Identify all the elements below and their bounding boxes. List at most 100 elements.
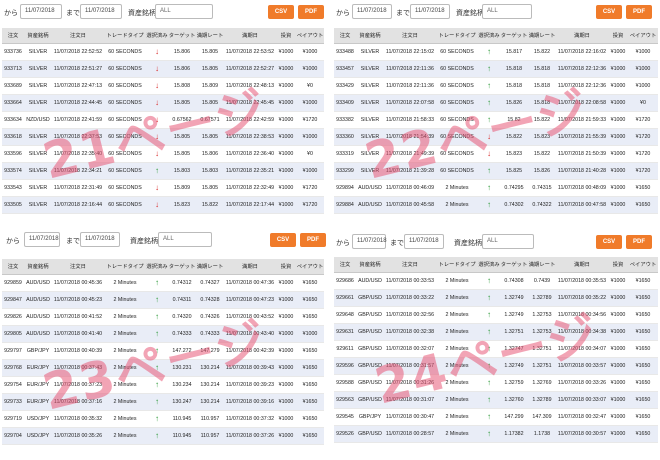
column-header[interactable]: 投資	[608, 28, 628, 44]
csv-button[interactable]: CSV	[596, 235, 622, 249]
column-header[interactable]: 満期日	[556, 28, 608, 44]
table-cell: GBP/USD	[356, 391, 384, 409]
column-header[interactable]: 資産銘柄	[24, 259, 52, 275]
date-from-input[interactable]: 11/07/2018	[20, 4, 62, 19]
trades-table: 注文 資産銘柄 注文日 トレードタイプ 選択済み ターゲット 満期レート 満期日 投資 ペイアウト…	[334, 28, 658, 214]
table-cell: 110.945	[168, 427, 196, 445]
column-header[interactable]: 注文	[2, 28, 24, 44]
column-header[interactable]: 注文日	[52, 259, 104, 275]
table-cell: 11/07/2018 22:12:36	[556, 77, 608, 95]
column-header[interactable]: ペイアウト	[296, 28, 324, 44]
column-header[interactable]: 選択済み	[478, 28, 500, 44]
column-header[interactable]: 満期日	[224, 259, 276, 275]
column-header[interactable]: 投資	[276, 259, 296, 275]
column-header[interactable]: トレードタイプ	[104, 28, 146, 44]
table-cell: 2 Minutes	[436, 374, 478, 392]
column-header[interactable]: 注文	[2, 259, 24, 275]
table-cell: 11/07/2018 00:34:38	[556, 323, 608, 341]
table-cell: 1.32789	[528, 289, 556, 307]
table-cell: EUR/JPY	[24, 393, 52, 411]
date-from-input[interactable]: 11/07/2018	[352, 234, 387, 249]
column-header[interactable]: 注文日	[52, 28, 104, 44]
table-cell: AUD/USD	[356, 272, 384, 290]
date-to-input[interactable]: 11/07/2018	[80, 4, 122, 19]
table-cell: 933409	[334, 94, 356, 112]
table-cell: 933664	[2, 94, 24, 112]
date-to-input[interactable]: 11/07/2018	[410, 4, 450, 19]
table-row: 929686 AUD/USD 11/07/2018 00:33:53 2 Minute…	[334, 272, 658, 290]
table-cell: ¥1000	[276, 77, 296, 95]
table-cell: ¥1000	[608, 145, 628, 163]
column-header[interactable]: 選択済み	[478, 257, 500, 273]
column-header[interactable]: 注文日	[384, 257, 436, 273]
column-header[interactable]: トレードタイプ	[436, 28, 478, 44]
column-header[interactable]: ペイアウト	[628, 257, 658, 273]
table-cell: ¥1000	[608, 357, 628, 375]
column-header[interactable]: 満期レート	[196, 28, 224, 44]
column-header[interactable]: 資産銘柄	[356, 28, 384, 44]
table-cell: ¥1000	[276, 274, 296, 292]
column-header[interactable]: ペイアウト	[628, 28, 658, 44]
table-cell: 11/07/2018 00:40:39	[52, 342, 104, 360]
symbol-select[interactable]: ALL	[482, 4, 532, 19]
table-cell: ¥1000	[296, 43, 324, 61]
table-cell: ¥1000	[276, 128, 296, 146]
date-from-input[interactable]: 11/07/2018	[352, 4, 392, 19]
symbol-select[interactable]: ALL	[155, 4, 213, 19]
date-to-input[interactable]: 11/07/2018	[404, 234, 444, 249]
table-cell: 933360	[334, 128, 356, 146]
column-header[interactable]: 資産銘柄	[356, 257, 384, 273]
table-cell: 0.74308	[500, 272, 528, 290]
column-header[interactable]: 選択済み	[146, 28, 168, 44]
table-header-row: 注文 資産銘柄 注文日 トレードタイプ 選択済み ターゲット 満期レート 満期日 投資 ペイアウト	[2, 28, 324, 44]
column-header[interactable]: ターゲット	[500, 28, 528, 44]
csv-button[interactable]: CSV	[270, 233, 296, 247]
column-header[interactable]: トレードタイプ	[104, 259, 146, 275]
column-header[interactable]: 資産銘柄	[24, 28, 52, 44]
column-header[interactable]: 満期レート	[528, 257, 556, 273]
arrow-up-icon: ↑	[478, 111, 500, 129]
column-header[interactable]: 選択済み	[146, 259, 168, 275]
table-cell: 1.32789	[528, 391, 556, 409]
table-cell: GBP/JPY	[356, 408, 384, 426]
column-header[interactable]: ターゲット	[168, 259, 196, 275]
column-header[interactable]: 満期レート	[528, 28, 556, 44]
pdf-button[interactable]: PDF	[626, 235, 652, 249]
column-header[interactable]: 注文	[334, 257, 356, 273]
table-cell: ¥1000	[276, 325, 296, 343]
table-cell: 130.234	[168, 376, 196, 394]
column-header[interactable]: 投資	[276, 28, 296, 44]
table-cell: 0.7439	[528, 272, 556, 290]
table-cell: 11/07/2018 00:45:23	[52, 291, 104, 309]
column-header[interactable]: ターゲット	[500, 257, 528, 273]
date-to-input[interactable]: 11/07/2018	[80, 232, 120, 247]
csv-button[interactable]: CSV	[596, 5, 622, 19]
column-header[interactable]: ターゲット	[168, 28, 196, 44]
table-cell: 15.805	[196, 43, 224, 61]
symbol-select[interactable]: ALL	[158, 232, 212, 247]
column-header[interactable]: 満期レート	[196, 259, 224, 275]
pdf-button[interactable]: PDF	[626, 5, 652, 19]
column-header[interactable]: 注文	[334, 28, 356, 44]
date-from-input[interactable]: 11/07/2018	[24, 232, 60, 247]
column-header[interactable]: ペイアウト	[296, 259, 324, 275]
column-header[interactable]: 投資	[608, 257, 628, 273]
column-header[interactable]: 満期日	[224, 28, 276, 44]
column-header[interactable]: 注文日	[384, 28, 436, 44]
pdf-button[interactable]: PDF	[300, 233, 326, 247]
table-header-row: 注文 資産銘柄 注文日 トレードタイプ 選択済み ターゲット 満期レート 満期日 投資 ペイアウト	[2, 259, 324, 275]
table-cell: ¥1650	[296, 308, 324, 326]
table-header-row: 注文 資産銘柄 注文日 トレードタイプ 選択済み ターゲット 満期レート 満期日 投資 ペイアウト	[334, 28, 658, 44]
column-header[interactable]: トレードタイプ	[436, 257, 478, 273]
from-label: から	[336, 240, 350, 247]
table-cell: 11/07/2018 22:15:02	[384, 43, 436, 61]
table-row: 933664 SILVER 11/07/2018 22:44:45 60 SECOND…	[2, 94, 324, 112]
pdf-button[interactable]: PDF	[298, 5, 324, 19]
arrow-up-icon: ↑	[146, 359, 168, 377]
arrow-up-icon: ↑	[478, 94, 500, 112]
symbol-select[interactable]: ALL	[482, 234, 534, 249]
table-cell: ¥1000	[276, 359, 296, 377]
table-cell: ¥1650	[296, 393, 324, 411]
column-header[interactable]: 満期日	[556, 257, 608, 273]
csv-button[interactable]: CSV	[268, 5, 294, 19]
